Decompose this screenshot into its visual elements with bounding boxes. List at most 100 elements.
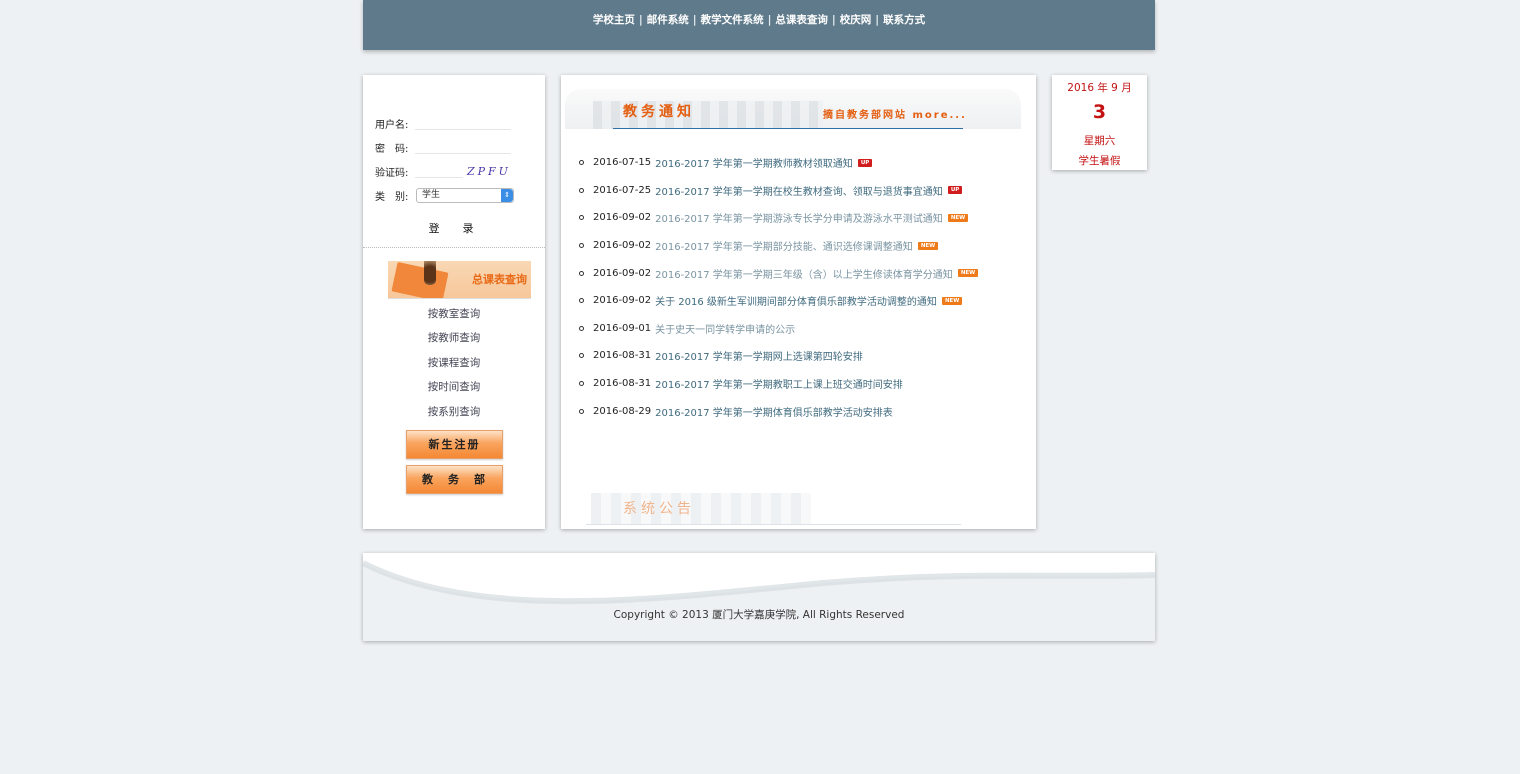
username-input[interactable] [415,116,511,130]
notice-date: 2016-07-15 [593,157,652,169]
password-label: 密 码: [375,143,409,155]
notice-title-link[interactable]: 2016-2017 学年第一学期网上选课第四轮安排 [655,348,863,363]
nav-separator: | [638,14,643,26]
category-label: 类 别: [375,191,409,203]
bullet-icon [579,160,584,166]
bullet-icon [579,353,584,359]
up-badge: UP [947,186,963,195]
chevron-updown-icon: ⇕ [501,189,513,202]
bullet-icon [579,215,584,221]
notice-more-link[interactable]: 摘自教务部网站 more... [823,106,967,121]
login-button[interactable]: 登 录 [363,220,545,236]
notice-title-link[interactable]: 2016-2017 学年第一学期在校生教材查询、领取与退货事宜通知 [655,183,943,198]
category-row: 类 别: [375,185,415,205]
nav-timetable[interactable]: 总课表查询 [775,14,828,26]
notice-title-link[interactable]: 2016-2017 学年第一学期体育俱乐部教学活动安排表 [655,404,893,419]
login-panel: 用户名: 密 码: 验证码: ZPFU 类 别: 学生 ⇕ 登 录 总课表查询 … [363,75,545,529]
notice-item: 2016-08-29 2016-2017 学年第一学期体育俱乐部教学活动安排表 [579,397,978,425]
weekday: 星期六 [1083,135,1116,147]
notice-item: 2016-09-02 2016-2017 学年第一学期三年级（含）以上学生修读体育… [579,259,979,287]
notice-item: 2016-07-25 2016-2017 学年第一学期在校生教材查询、领取与退货事… [579,177,978,205]
day-number: 3 [1092,101,1107,123]
notice-item: 2016-08-31 2016-2017 学年第一学期网上选课第四轮安排 [579,342,978,370]
captcha-row: 验证码: [375,161,463,181]
query-by-course[interactable]: 按课程查询 [363,355,545,370]
nav-separator: | [831,14,836,26]
nav-separator: | [692,14,697,26]
notice-title-link[interactable]: 2016-2017 学年第一学期教职工上课上班交通时间安排 [655,376,903,391]
notice-item: 2016-09-02 关于 2016 级新生军训期间部分体育俱乐部教学活动调整的通… [579,287,978,315]
query-by-teacher[interactable]: 按教师查询 [363,330,545,345]
notice-date: 2016-08-29 [593,405,652,417]
username-label: 用户名: [375,119,409,131]
notice-heading: 教务通知 [623,104,695,120]
query-by-classroom[interactable]: 按教室查询 [363,306,545,321]
captcha-input[interactable] [415,164,463,178]
password-input[interactable] [415,140,511,154]
notice-title-link[interactable]: 2016-2017 学年第一学期三年级（含）以上学生修读体育学分通知 [655,266,953,281]
new-student-register-button[interactable]: 新生注册 [406,430,503,459]
query-by-department[interactable]: 按系别查询 [363,404,545,419]
bullet-icon [579,325,584,331]
nav-teaching-docs[interactable]: 教学文件系统 [701,14,764,26]
captcha-image[interactable]: ZPFU [467,165,515,181]
bullet-icon [579,270,584,276]
academic-affairs-button[interactable]: 教 务 部 [406,465,503,494]
bullet-icon [579,408,584,414]
book-icon [391,261,449,298]
notice-date: 2016-09-02 [593,240,652,252]
notice-list: 2016-07-15 2016-2017 学年第一学期教师教材领取通知 UP 2016… [579,149,979,425]
notice-date: 2016-09-01 [593,322,652,334]
password-row: 密 码: [375,137,511,157]
notice-item: 2016-07-15 2016-2017 学年第一学期教师教材领取通知 UP [579,149,978,177]
footer: Copyright © 2013 厦门大学嘉庚学院, All Rights Re… [363,553,1155,641]
notice-item: 2016-08-31 2016-2017 学年第一学期教职工上课上班交通时间安排 [579,370,978,398]
up-badge: UP [857,158,873,167]
divider [363,247,545,248]
notice-title-link[interactable]: 关于 2016 级新生军训期间部分体育俱乐部教学活动调整的通知 [655,293,937,308]
username-row: 用户名: [375,113,511,133]
year-month: 2016 年 9 月 [1067,82,1132,94]
nav-contact[interactable]: 联系方式 [883,14,925,26]
notice-date: 2016-08-31 [593,350,652,362]
notice-date: 2016-09-02 [593,295,652,307]
notice-item: 2016-09-02 2016-2017 学年第一学期游泳专长学分申请及游泳水平测… [579,204,978,232]
notice-date: 2016-09-02 [593,267,652,279]
notice-date: 2016-07-25 [593,184,652,196]
bullet-icon [579,298,584,304]
notice-title-link[interactable]: 2016-2017 学年第一学期游泳专长学分申请及游泳水平测试通知 [655,210,943,225]
query-by-time[interactable]: 按时间查询 [363,379,545,394]
notice-title-link[interactable]: 2016-2017 学年第一学期教师教材领取通知 [655,155,853,170]
new-badge: NEW [917,241,939,250]
system-underline [586,524,961,525]
notice-title-link[interactable]: 2016-2017 学年第一学期部分技能、通识选修课调整通知 [655,238,913,253]
notice-item: 2016-09-01 关于史天一同学转学申请的公示 [579,315,978,343]
new-badge: NEW [941,296,963,305]
new-badge: NEW [947,213,969,222]
nav-separator: | [875,14,880,26]
bullet-icon [579,381,584,387]
nav-mail-system[interactable]: 邮件系统 [647,14,689,26]
timetable-banner[interactable]: 总课表查询 [388,261,531,299]
nav-anniversary[interactable]: 校庆网 [840,14,872,26]
notice-item: 2016-09-02 2016-2017 学年第一学期部分技能、通识选修课调整通知… [579,232,978,260]
copyright-text: Copyright © 2013 厦门大学嘉庚学院, All Rights Re… [613,609,905,621]
date-panel: 2016 年 9 月 3 星期六 学生暑假 [1052,75,1147,170]
bullet-icon [579,187,584,193]
top-navigation: 学校主页 | 邮件系统 | 教学文件系统 | 总课表查询 | 校庆网 | 联系方式 [363,0,1155,50]
category-select[interactable]: 学生 ⇕ [416,188,514,203]
bullet-icon [579,243,584,249]
footer-wave-decoration [363,553,1155,641]
bottle-icon [424,261,436,285]
header-underline [613,128,963,129]
notice-date: 2016-09-02 [593,212,652,224]
system-announcement-heading: 系统公告 [623,501,695,517]
new-badge: NEW [957,269,979,278]
nav-separator: | [767,14,772,26]
notices-panel: 教务通知 摘自教务部网站 more... 2016-07-15 2016-2017… [561,75,1036,529]
notice-title-link[interactable]: 关于史天一同学转学申请的公示 [655,321,795,336]
notice-date: 2016-08-31 [593,378,652,390]
nav-school-home[interactable]: 学校主页 [593,14,635,26]
banner-title: 总课表查询 [472,273,527,286]
captcha-label: 验证码: [375,167,409,179]
